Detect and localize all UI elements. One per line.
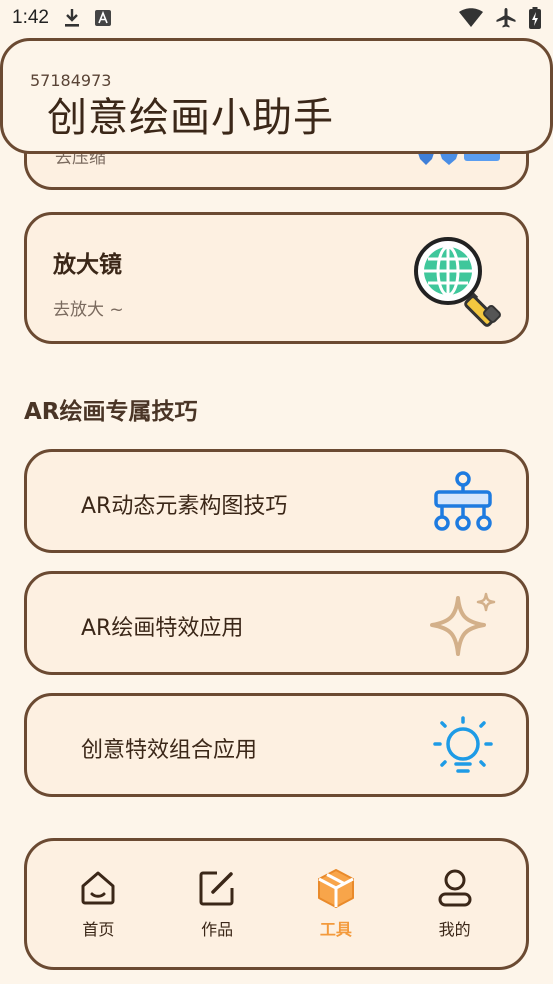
nav-label-works: 作品 <box>201 920 234 939</box>
battery-icon <box>529 7 541 29</box>
nav-item-tools[interactable]: 工具 <box>291 868 381 940</box>
magnifier-card-title: 放大镜 <box>53 252 122 278</box>
nav-item-home[interactable]: 首页 <box>53 868 143 940</box>
tip-card-composition[interactable]: AR动态元素构图技巧 <box>24 449 529 553</box>
lightbulb-icon <box>433 716 493 773</box>
nav-label-mine: 我的 <box>438 920 471 939</box>
status-time: 1:42 <box>12 7 49 28</box>
nav-item-works[interactable]: 作品 <box>172 868 262 940</box>
wifi-icon <box>459 8 483 27</box>
nav-label-home: 首页 <box>82 920 115 939</box>
tip-label: AR动态元素构图技巧 <box>81 494 288 519</box>
sparkle-icon <box>430 592 496 656</box>
tip-card-combination[interactable]: 创意特效组合应用 <box>24 693 529 797</box>
magnifier-globe-icon <box>414 237 501 327</box>
tip-label: AR绘画特效应用 <box>81 616 244 641</box>
user-icon <box>438 869 472 907</box>
box-icon <box>317 869 354 908</box>
bottom-nav: 首页 作品 工具 我的 <box>24 838 529 970</box>
nav-item-mine[interactable]: 我的 <box>410 868 500 940</box>
font-app-icon <box>94 10 111 26</box>
status-bar: 1:42 <box>0 0 553 36</box>
home-icon <box>81 871 115 905</box>
airplane-icon <box>496 8 516 28</box>
edit-icon <box>199 871 234 906</box>
tip-label: 创意特效组合应用 <box>81 738 258 763</box>
tip-card-effects[interactable]: AR绘画特效应用 <box>24 571 529 675</box>
section-title: AR绘画专属技巧 <box>24 399 198 425</box>
app-header: 57184973 创意绘画小助手 <box>0 38 553 154</box>
page-title: 创意绘画小助手 <box>47 95 334 141</box>
magnifier-card-subtitle: 去放大 ~ <box>53 300 124 320</box>
download-icon <box>64 9 79 27</box>
nav-label-tools: 工具 <box>319 920 352 939</box>
hierarchy-icon <box>434 471 492 531</box>
magnifier-card[interactable]: 放大镜 去放大 ~ <box>24 212 529 344</box>
